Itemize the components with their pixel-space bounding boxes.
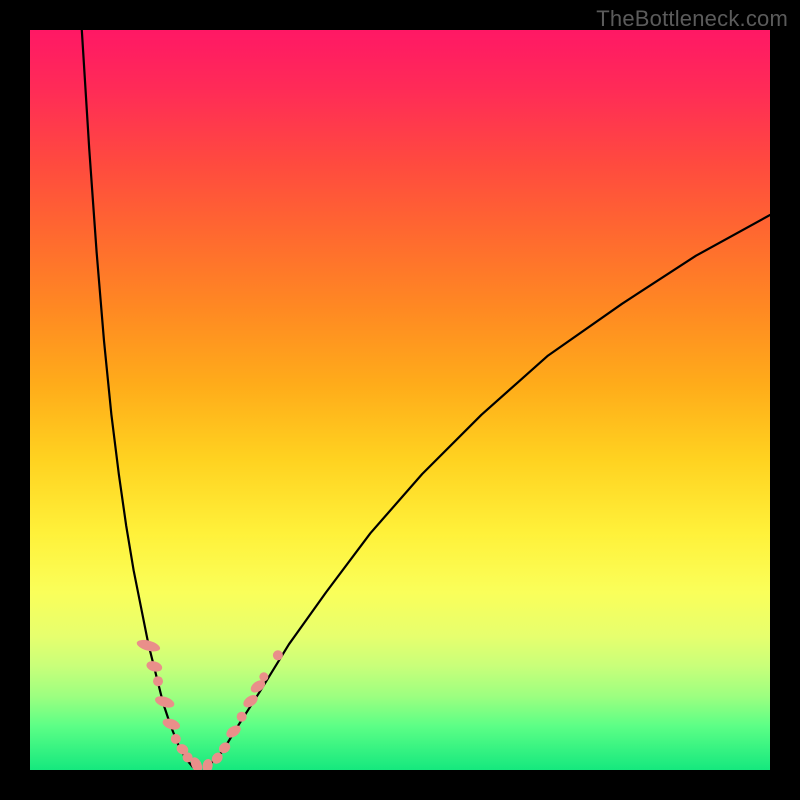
bottleneck-curve (82, 30, 770, 767)
marker-point (237, 712, 247, 722)
marker-point (153, 676, 163, 686)
plot-area (30, 30, 770, 770)
marker-point (224, 723, 243, 740)
watermark-text: TheBottleneck.com (596, 6, 788, 32)
marker-point (202, 758, 214, 770)
highlighted-points (136, 638, 283, 770)
chart-frame: TheBottleneck.com (0, 0, 800, 800)
plot-svg (30, 30, 770, 770)
marker-point (145, 659, 163, 673)
marker-point (273, 650, 283, 660)
marker-point (171, 734, 181, 744)
marker-point (259, 672, 268, 681)
series-right-branch (208, 215, 770, 767)
series-left-branch (82, 30, 193, 767)
